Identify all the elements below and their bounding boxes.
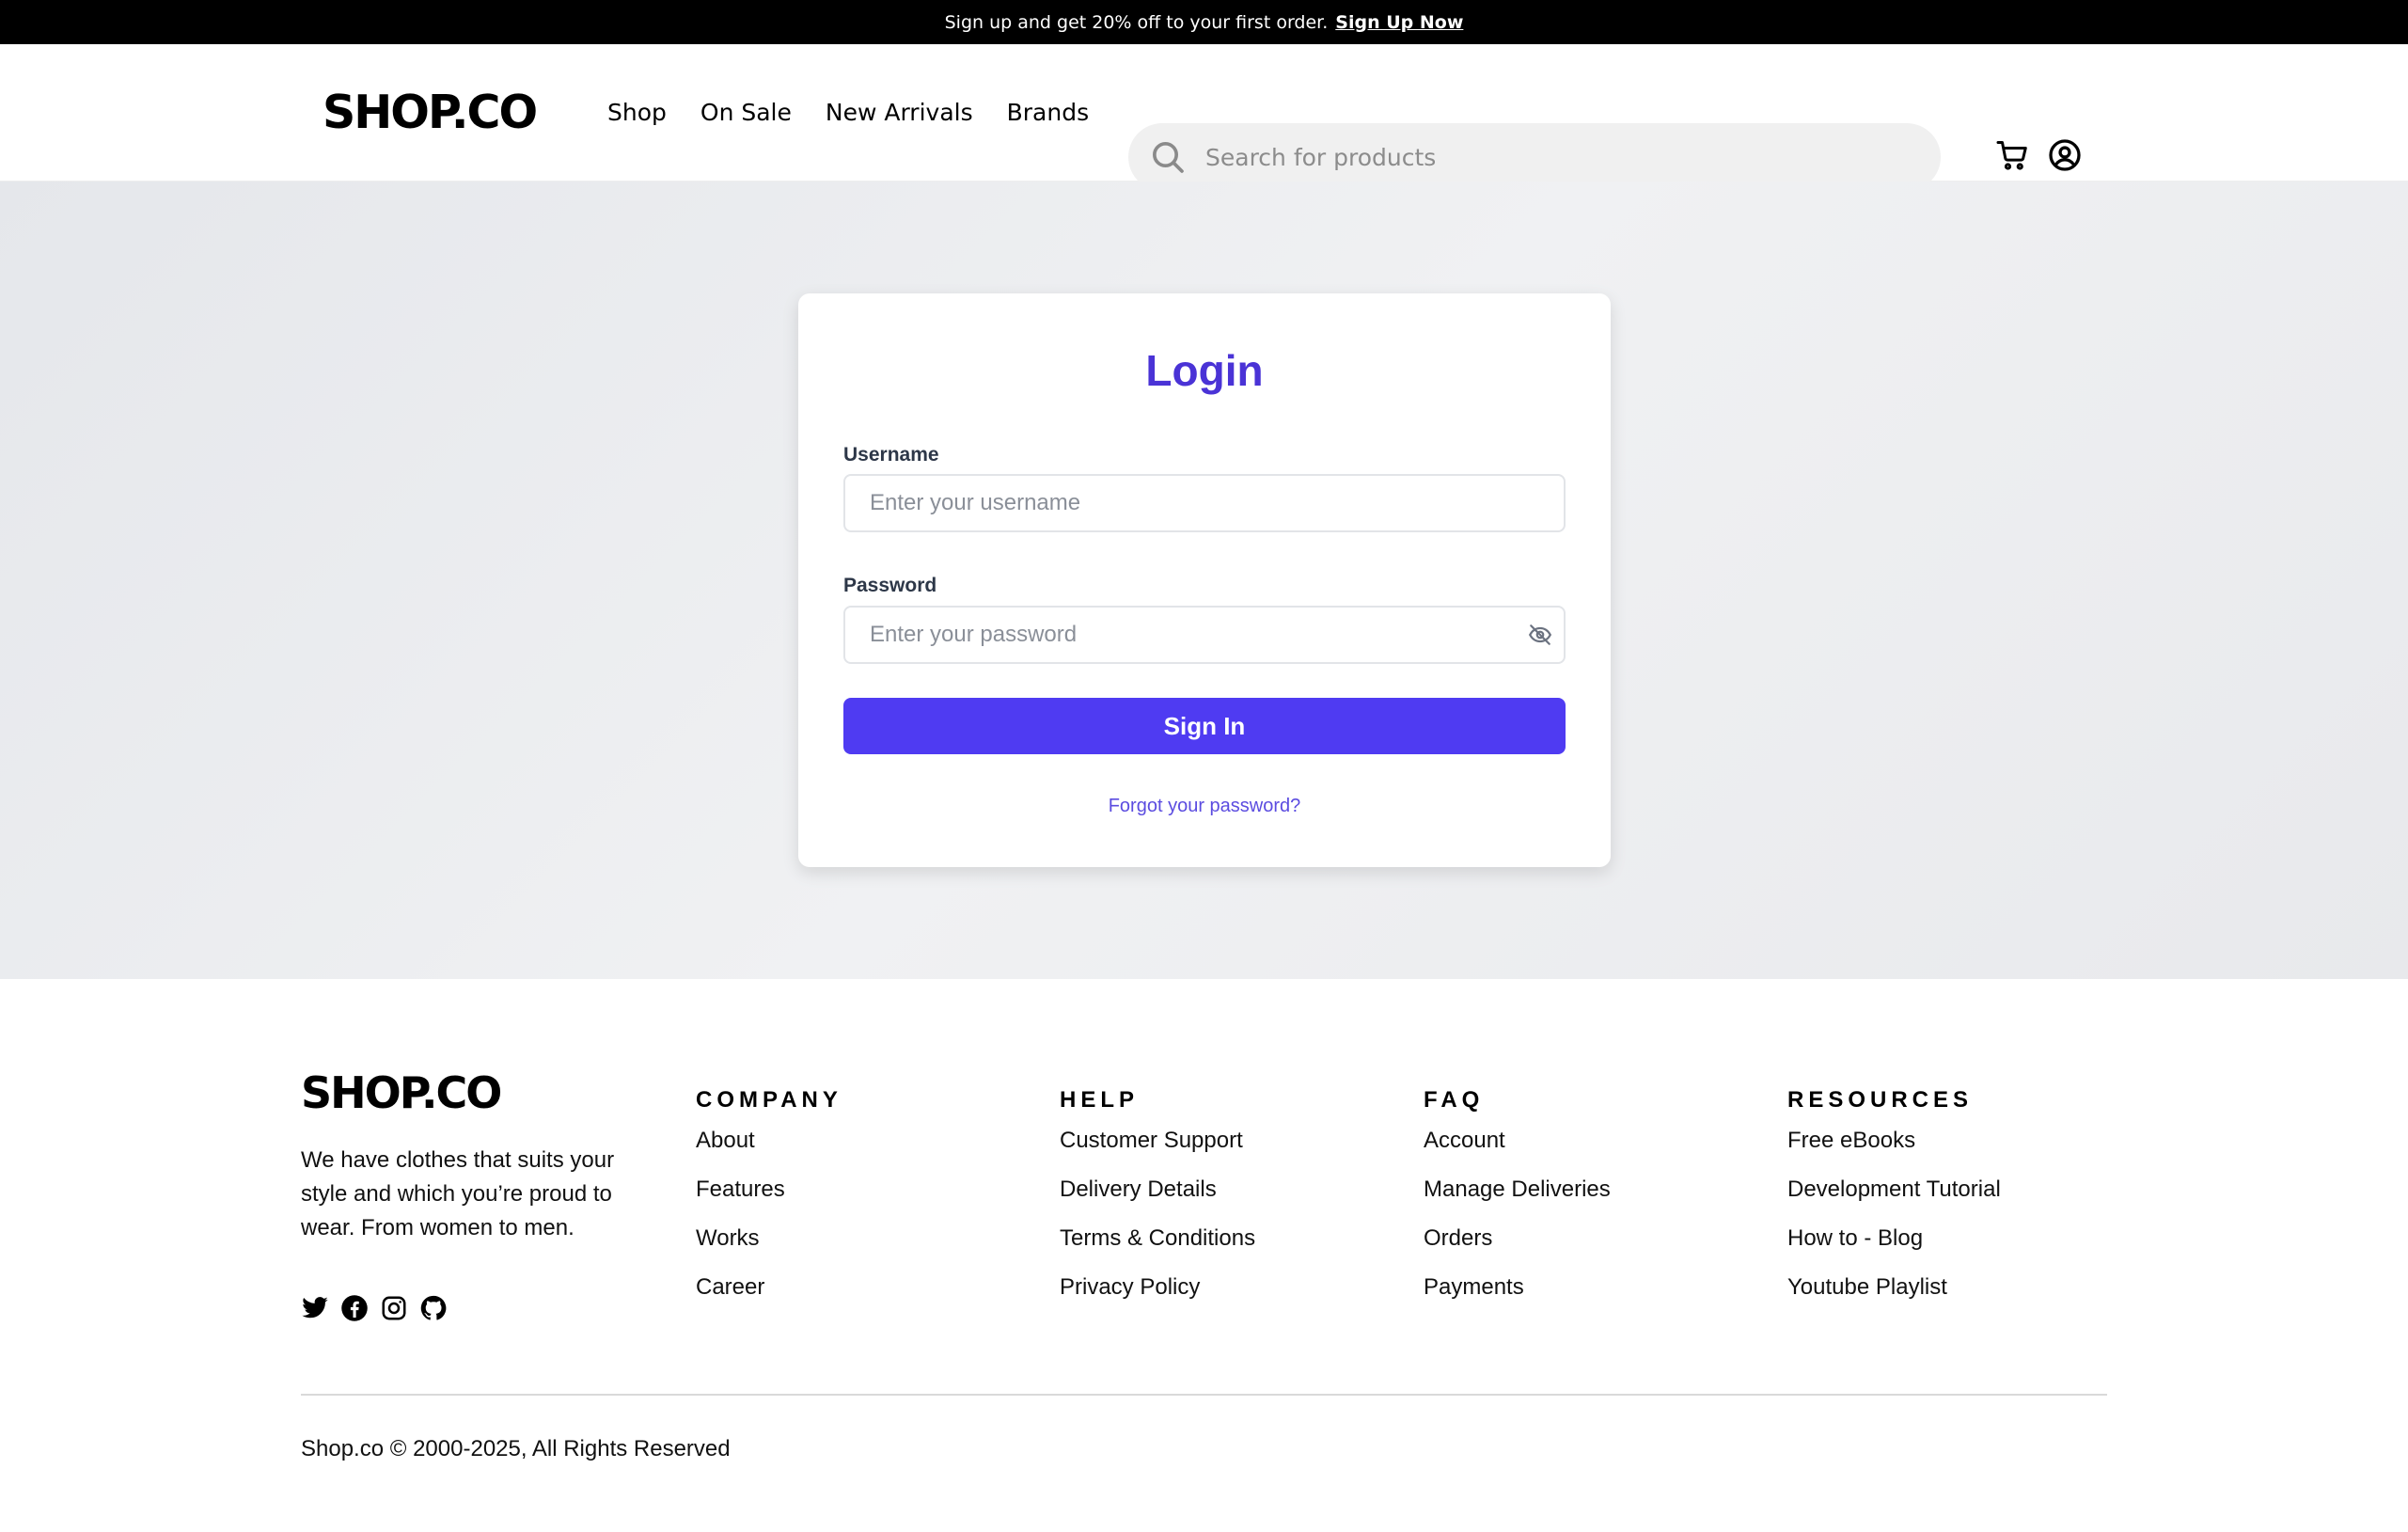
- footer-link[interactable]: Orders: [1424, 1224, 1611, 1273]
- header-actions: [1995, 138, 2082, 172]
- facebook-icon[interactable]: [340, 1294, 369, 1322]
- password-input[interactable]: [868, 621, 1511, 649]
- main-nav: Shop On Sale New Arrivals Brands: [607, 44, 1123, 181]
- footer-link[interactable]: Account: [1424, 1127, 1611, 1176]
- footer-link[interactable]: Career: [696, 1273, 842, 1322]
- footer-link[interactable]: Customer Support: [1060, 1127, 1255, 1176]
- footer-col-resources: RESOURCES Free eBooks Development Tutori…: [1787, 1087, 2001, 1322]
- footer-heading: COMPANY: [696, 1087, 842, 1113]
- password-field-box: [843, 606, 1566, 664]
- footer-col-company: COMPANY About Features Works Career: [696, 1087, 842, 1322]
- username-label: Username: [843, 444, 939, 466]
- footer-link[interactable]: Manage Deliveries: [1424, 1176, 1611, 1224]
- footer-link[interactable]: About: [696, 1127, 842, 1176]
- sign-up-link[interactable]: Sign Up Now: [1335, 12, 1463, 33]
- sign-in-button[interactable]: Sign In: [843, 698, 1566, 754]
- footer-divider: [301, 1394, 2107, 1396]
- copyright: Shop.co © 2000-2025, All Rights Reserved: [301, 1436, 731, 1461]
- github-icon[interactable]: [419, 1294, 448, 1322]
- footer-link[interactable]: Works: [696, 1224, 842, 1273]
- site-header: SHOP.CO Shop On Sale New Arrivals Brands: [0, 44, 2408, 191]
- footer-col-faq: FAQ Account Manage Deliveries Orders Pay…: [1424, 1087, 1611, 1322]
- password-label: Password: [843, 575, 937, 596]
- footer-heading: RESOURCES: [1787, 1087, 1974, 1113]
- footer-link[interactable]: Privacy Policy: [1060, 1273, 1255, 1322]
- footer-link[interactable]: Youtube Playlist: [1787, 1273, 2001, 1322]
- site-footer: SHOP.CO We have clothes that suits your …: [0, 979, 2408, 1532]
- footer-link[interactable]: Delivery Details: [1060, 1176, 1255, 1224]
- user-icon[interactable]: [2048, 138, 2082, 172]
- announcement-text: Sign up and get 20% off to your first or…: [944, 11, 1329, 33]
- footer-link[interactable]: Free eBooks: [1787, 1127, 2001, 1176]
- username-input[interactable]: [868, 489, 1511, 517]
- nav-brands[interactable]: Brands: [1007, 99, 1090, 126]
- footer-heading: FAQ: [1424, 1087, 1485, 1113]
- footer-description: We have clothes that suits your style an…: [301, 1147, 615, 1240]
- search-input[interactable]: [1204, 142, 1884, 172]
- logo[interactable]: SHOP.CO: [323, 89, 538, 135]
- footer-link[interactable]: How to - Blog: [1787, 1224, 2001, 1273]
- announcement-bar: Sign up and get 20% off to your first or…: [0, 0, 2408, 44]
- twitter-icon[interactable]: [301, 1294, 329, 1322]
- login-card: Login Username Password Sign In Forgot y…: [798, 293, 1611, 867]
- footer-link[interactable]: Features: [696, 1176, 842, 1224]
- eye-off-icon[interactable]: [1528, 623, 1552, 647]
- login-section: Login Username Password Sign In Forgot y…: [0, 182, 2408, 979]
- instagram-icon[interactable]: [380, 1294, 408, 1322]
- nav-shop[interactable]: Shop: [607, 99, 667, 126]
- forgot-password-link[interactable]: Forgot your password?: [798, 796, 1611, 817]
- nav-on-sale[interactable]: On Sale: [700, 99, 792, 126]
- cart-icon[interactable]: [1995, 138, 2029, 172]
- login-title: Login: [1145, 346, 1264, 395]
- nav-new-arrivals[interactable]: New Arrivals: [826, 99, 973, 126]
- footer-link[interactable]: Development Tutorial: [1787, 1176, 2001, 1224]
- footer-col-help: HELP Customer Support Delivery Details T…: [1060, 1087, 1255, 1322]
- footer-link[interactable]: Payments: [1424, 1273, 1611, 1322]
- footer-logo[interactable]: SHOP.CO: [301, 1071, 502, 1114]
- username-field-box: [843, 474, 1566, 532]
- search-icon: [1153, 142, 1184, 173]
- social-links: [301, 1294, 448, 1322]
- footer-link[interactable]: Terms & Conditions: [1060, 1224, 1255, 1273]
- footer-heading: HELP: [1060, 1087, 1140, 1113]
